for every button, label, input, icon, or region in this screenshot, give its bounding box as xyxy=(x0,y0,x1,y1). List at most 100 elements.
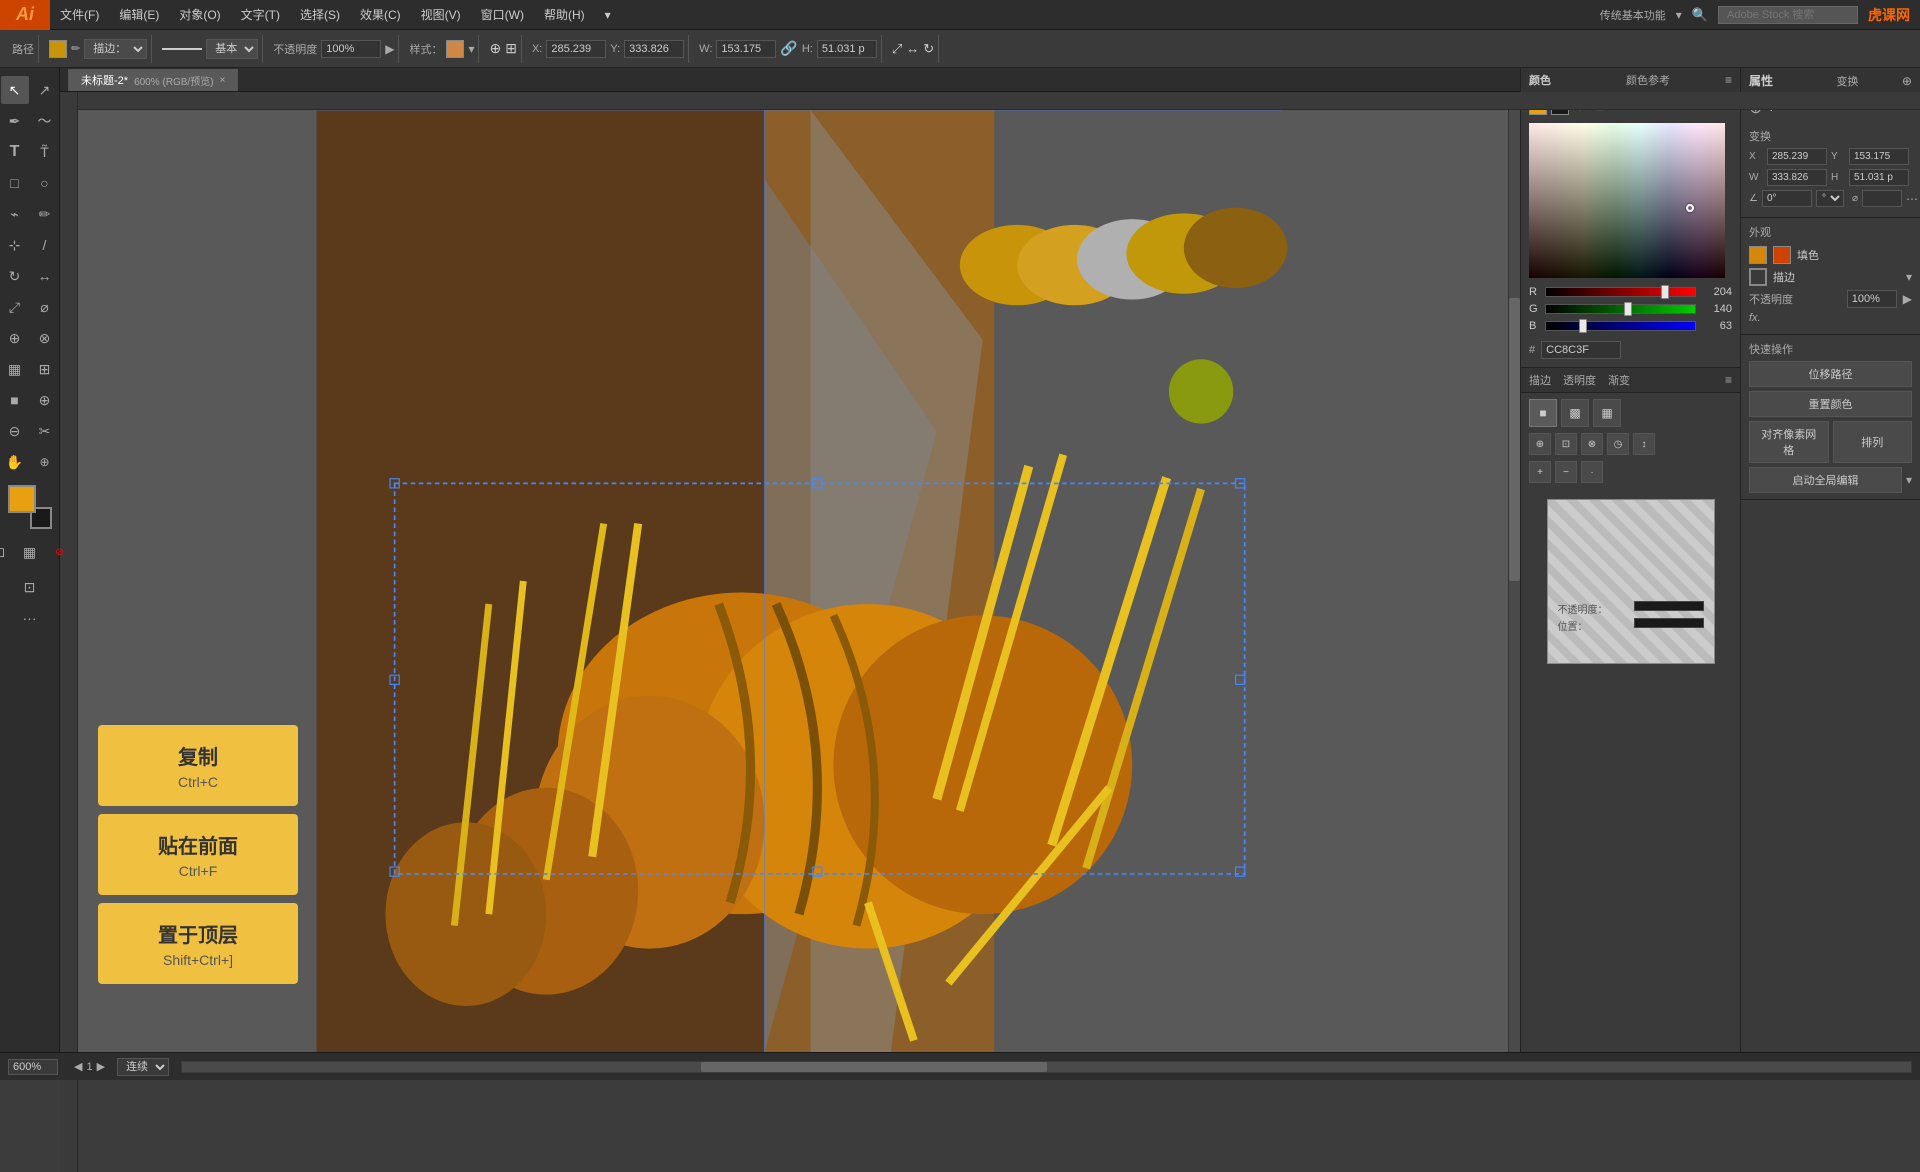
fill-attr-swatch[interactable] xyxy=(1749,246,1767,264)
trans-normal-btn[interactable]: ■ xyxy=(1529,399,1557,427)
angle-unit-select[interactable]: ° xyxy=(1816,190,1844,207)
opacity-expand-icon[interactable]: ▶ xyxy=(385,42,394,56)
menu-view[interactable]: 视图(V) xyxy=(411,0,471,29)
canvas-area[interactable]: 复制 Ctrl+C 贴在前面 Ctrl+F 置于顶层 Shift+Ctrl+] xyxy=(78,110,1520,1052)
transform-tab[interactable]: 变换 xyxy=(1836,73,1858,89)
zoom-tool[interactable]: ⊕ xyxy=(31,448,59,476)
hand-tool[interactable]: ✋ xyxy=(1,448,29,476)
trans-overlay-btn[interactable]: ▩ xyxy=(1561,399,1589,427)
trans-dot-icon[interactable]: · xyxy=(1581,461,1603,483)
b-slider-track[interactable] xyxy=(1545,321,1696,331)
context-menu-copy[interactable]: 复制 Ctrl+C xyxy=(98,725,298,806)
type-tool[interactable]: T xyxy=(1,138,29,166)
more-transform-icon[interactable]: ⋯ xyxy=(1906,192,1918,206)
h-input[interactable] xyxy=(817,40,877,58)
stroke-type-select[interactable]: 描边： xyxy=(84,39,147,59)
menu-file[interactable]: 文件(F) xyxy=(50,0,109,29)
mesh-tool[interactable]: ⊞ xyxy=(31,355,59,383)
page-prev-btn[interactable]: ◀ xyxy=(74,1060,82,1073)
vertical-scrollbar[interactable] xyxy=(1508,110,1520,1052)
reflect-icon[interactable]: ↔ xyxy=(906,41,919,56)
color-none[interactable]: □ xyxy=(0,538,14,566)
menu-object[interactable]: 对象(O) xyxy=(169,0,230,29)
transparency-tab[interactable]: 透明度 xyxy=(1563,372,1596,388)
type-touch-tool[interactable]: T̃ xyxy=(31,138,59,166)
gradient-tool[interactable]: ■ xyxy=(1,386,29,414)
trans-icon1[interactable]: ⊕ xyxy=(1529,433,1551,455)
transform-icon[interactable]: ⤢ xyxy=(892,41,902,57)
trans-icon5[interactable]: ↕ xyxy=(1633,433,1655,455)
color-spectrum[interactable] xyxy=(1529,123,1725,278)
menu-effect[interactable]: 效果(C) xyxy=(350,0,411,29)
rotate-tool[interactable]: ↻ xyxy=(1,262,29,290)
opacity-expand-attr-icon[interactable]: ▶ xyxy=(1903,292,1912,306)
trans-minus-icon[interactable]: − xyxy=(1555,461,1577,483)
r-slider-thumb[interactable] xyxy=(1661,285,1669,299)
eyedropper-tool[interactable]: ⊕ xyxy=(31,386,59,414)
x-input[interactable] xyxy=(546,40,606,58)
vertical-scrollbar-thumb[interactable] xyxy=(1509,298,1520,581)
workspace-dropdown-icon[interactable]: ▾ xyxy=(1676,8,1682,22)
global-edit-btn[interactable]: 启动全局编辑 xyxy=(1749,467,1902,493)
shear-input[interactable] xyxy=(1862,190,1902,207)
attr-panel-icon[interactable]: ⊕ xyxy=(1902,74,1912,88)
g-slider-thumb[interactable] xyxy=(1624,302,1632,316)
direct-select-tool[interactable]: ↗ xyxy=(31,76,59,104)
rectangle-tool[interactable]: □ xyxy=(1,169,29,197)
horizontal-scrollbar-thumb[interactable] xyxy=(701,1062,1047,1072)
selection-tool[interactable]: ↖ xyxy=(1,76,29,104)
link-icon[interactable]: 🔗 xyxy=(780,40,797,57)
scissors-tool[interactable]: ✂ xyxy=(31,417,59,445)
foreground-color[interactable] xyxy=(8,485,36,513)
zoom-input[interactable] xyxy=(8,1059,58,1075)
panel-collapse-icon[interactable]: ≡ xyxy=(1725,73,1732,87)
menu-select[interactable]: 选择(S) xyxy=(290,0,350,29)
trans-icon2[interactable]: ⊡ xyxy=(1555,433,1577,455)
context-menu-bring-to-front[interactable]: 置于顶层 Shift+Ctrl+] xyxy=(98,903,298,984)
context-menu-paste-front[interactable]: 贴在前面 Ctrl+F xyxy=(98,814,298,895)
page-next-btn[interactable]: ▶ xyxy=(97,1060,105,1073)
hex-input[interactable] xyxy=(1541,341,1621,359)
shaper-tool[interactable]: ⊹ xyxy=(1,231,29,259)
g-slider-track[interactable] xyxy=(1545,304,1696,314)
gradient-tab[interactable]: 渐变 xyxy=(1608,372,1630,388)
horizontal-scrollbar[interactable] xyxy=(181,1061,1912,1073)
menu-edit[interactable]: 编辑(E) xyxy=(109,0,169,29)
y-attr-input[interactable] xyxy=(1849,148,1909,165)
menu-more[interactable]: ▾ xyxy=(595,0,621,29)
paintbrush-tool[interactable]: ⌁ xyxy=(1,200,29,228)
angle-attr-input[interactable] xyxy=(1762,190,1812,207)
gradient-fill[interactable]: ▦ xyxy=(16,538,44,566)
blend-tool[interactable]: ⊕ xyxy=(1,324,29,352)
rotate-icon[interactable]: ↻ xyxy=(923,41,934,57)
tab-close-button[interactable]: × xyxy=(220,75,226,86)
pencil-tool[interactable]: ✏ xyxy=(31,200,59,228)
move-path-btn[interactable]: 位移路径 xyxy=(1749,361,1912,387)
menu-window[interactable]: 窗口(W) xyxy=(471,0,534,29)
trans-multiply-btn[interactable]: ▦ xyxy=(1593,399,1621,427)
status-info-select[interactable]: 连续 xyxy=(117,1058,169,1076)
style-preview[interactable] xyxy=(446,40,464,58)
fill-color-swatch[interactable] xyxy=(49,40,67,58)
x-attr-input[interactable] xyxy=(1767,148,1827,165)
search-icon[interactable]: 🔍 xyxy=(1692,7,1708,23)
stroke-tab[interactable]: 描边 xyxy=(1529,372,1551,388)
curvature-tool[interactable]: 〜 xyxy=(31,107,59,135)
menu-text[interactable]: 文字(T) xyxy=(231,0,290,29)
sort-btn[interactable]: 排列 xyxy=(1833,421,1913,463)
symbol-tool[interactable]: ⊗ xyxy=(31,324,59,352)
trans-panel-menu-icon[interactable]: ≡ xyxy=(1725,373,1732,387)
reset-color-btn[interactable]: 重置颜色 xyxy=(1749,391,1912,417)
stroke-attr-swatch[interactable] xyxy=(1749,268,1767,286)
trans-icon3[interactable]: ⊗ xyxy=(1581,433,1603,455)
segment-tool[interactable]: / xyxy=(31,231,59,259)
more-tools[interactable]: ··· xyxy=(16,604,44,632)
stroke-dropdown-icon[interactable]: ▾ xyxy=(1906,270,1912,284)
r-slider-track[interactable] xyxy=(1545,287,1696,297)
trans-icon4[interactable]: ◷ xyxy=(1607,433,1629,455)
search-input[interactable] xyxy=(1718,6,1858,24)
align-icon[interactable]: ⊕ xyxy=(489,40,501,57)
scale-tool[interactable]: ⤢ xyxy=(1,293,29,321)
y-input[interactable] xyxy=(624,40,684,58)
w-attr-input[interactable] xyxy=(1767,169,1827,186)
